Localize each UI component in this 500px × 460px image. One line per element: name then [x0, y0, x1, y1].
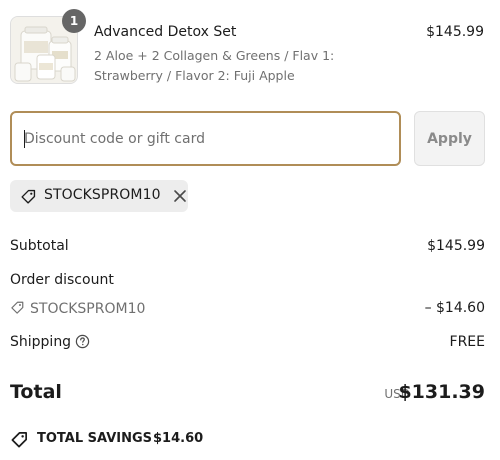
product-name: Advanced Detox Set [94, 24, 237, 40]
total-amount: $131.39 [398, 381, 485, 403]
close-icon[interactable] [173, 189, 187, 203]
shipping-label: Shipping [10, 334, 72, 350]
total-savings-amount: $14.60 [153, 431, 204, 446]
shipping-value: FREE [449, 334, 485, 350]
product-price: $145.99 [426, 24, 484, 40]
discount-code-label: STOCKSPROM10 [30, 301, 146, 317]
discount-value: – $14.60 [424, 300, 485, 316]
discount-code-input[interactable] [10, 111, 401, 166]
question-circle-icon[interactable] [75, 334, 90, 349]
applied-discount-code: STOCKSPROM10 [44, 187, 161, 203]
total-label: Total [10, 381, 62, 403]
text-caret [24, 130, 25, 148]
subtotal-label: Subtotal [10, 238, 69, 254]
total-savings-label: TOTAL SAVINGS [37, 431, 153, 446]
cart-line-item: 1 Advanced Detox Set 2 Aloe + 2 Collagen… [10, 9, 490, 86]
order-discount-row: Order discount [10, 272, 485, 288]
discount-code-row: STOCKSPROM10 – $14.60 [10, 300, 485, 317]
order-discount-label: Order discount [10, 272, 114, 288]
apply-discount-button[interactable]: Apply [414, 111, 485, 166]
subtotal-value: $145.99 [427, 238, 485, 254]
tag-icon [11, 301, 24, 314]
shipping-row: Shipping FREE [10, 334, 485, 350]
tag-icon [11, 431, 28, 448]
quantity-badge: 1 [62, 9, 86, 33]
subtotal-row: Subtotal $145.99 [10, 238, 485, 254]
tag-icon [21, 189, 36, 204]
product-variant: 2 Aloe + 2 Collagen & Greens / Flav 1: S… [94, 48, 335, 83]
applied-discount-chip: STOCKSPROM10 [10, 180, 188, 212]
